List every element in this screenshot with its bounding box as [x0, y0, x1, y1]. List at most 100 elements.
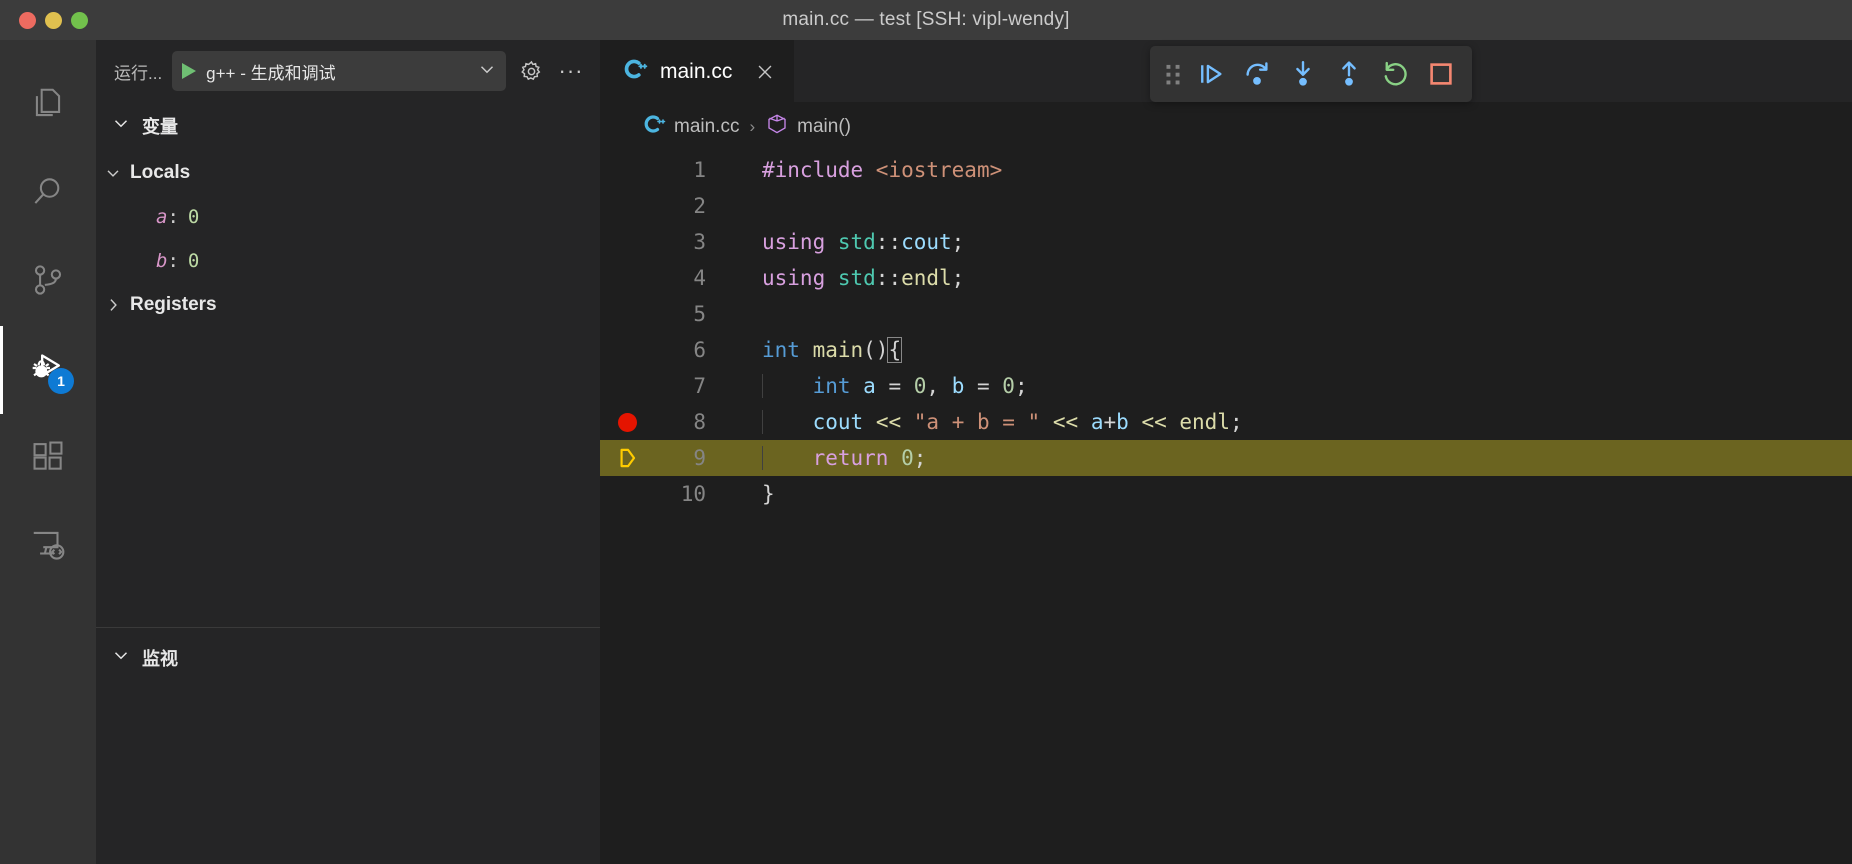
- code-line[interactable]: 1 #include <iostream>: [600, 152, 1852, 188]
- chevron-right-icon: [96, 295, 130, 315]
- code-token: a: [1090, 410, 1104, 434]
- code-token: =: [964, 374, 1003, 398]
- symbol-method-icon: [765, 112, 789, 142]
- sidebar-item-run-and-debug[interactable]: 1: [0, 326, 96, 414]
- sidebar-item-remote-explorer[interactable]: [0, 502, 96, 590]
- code-line-text[interactable]: int main(){: [710, 337, 903, 363]
- breadcrumb-separator: ›: [749, 117, 756, 136]
- code-line-text[interactable]: #include <iostream>: [710, 158, 1002, 182]
- step-out-icon[interactable]: [1326, 51, 1372, 97]
- remote-explorer-icon: [29, 525, 67, 568]
- launch-configuration-select[interactable]: g++ - 生成和调试: [172, 51, 506, 91]
- code-line-text[interactable]: int a = 0, b = 0;: [710, 374, 1028, 398]
- extensions-icon: [29, 437, 67, 480]
- code-line[interactable]: 10}: [600, 476, 1852, 512]
- cpp-file-icon: [642, 112, 666, 142]
- continue-icon[interactable]: [1188, 51, 1234, 97]
- variable-separator: :: [167, 206, 179, 228]
- line-number: 6: [693, 338, 706, 362]
- code-line[interactable]: 9 return 0;: [600, 440, 1852, 476]
- vscode-window: main.cc — test [SSH: vipl-wendy] 1 运行...…: [0, 0, 1852, 864]
- breakpoint-icon[interactable]: [600, 412, 654, 432]
- variables-section-label: 变量: [142, 116, 178, 137]
- code-token: cout: [901, 230, 952, 254]
- code-token: b: [1116, 410, 1129, 434]
- code-token: endl: [901, 266, 952, 290]
- debug-toolbar[interactable]: [1150, 46, 1472, 102]
- code-token: =: [875, 374, 914, 398]
- scope-row-locals[interactable]: Locals: [96, 151, 600, 195]
- code-line-text[interactable]: using std::cout;: [710, 230, 964, 254]
- window-body: 1 运行... g++ - 生成和调试 ··· 变量 Locals a: 0 …: [0, 40, 1852, 864]
- files-icon: [29, 85, 67, 128]
- code-line[interactable]: 7 int a = 0, b = 0;: [600, 368, 1852, 404]
- code-line-text[interactable]: using std::endl;: [710, 266, 964, 290]
- step-over-icon[interactable]: [1234, 51, 1280, 97]
- variable-name: a: [156, 206, 168, 228]
- tab-label: main.cc: [660, 59, 733, 83]
- code-token: +: [1103, 410, 1117, 434]
- code-token: #include: [762, 158, 876, 182]
- breadcrumb-item-file[interactable]: main.cc: [674, 116, 739, 138]
- code-line[interactable]: 2: [600, 188, 1852, 224]
- variable-row-b[interactable]: b : 0: [96, 239, 600, 283]
- line-number: 4: [693, 266, 706, 290]
- search-icon: [29, 173, 67, 216]
- code-token: return: [812, 446, 902, 470]
- code-line[interactable]: 3 using std::cout;: [600, 224, 1852, 260]
- code-editor[interactable]: 1 #include <iostream> 2 3 using std::cout; 4 u…: [600, 152, 1852, 864]
- line-number: 8: [693, 410, 706, 434]
- code-line[interactable]: 6 int main(){: [600, 332, 1852, 368]
- line-number: 1: [693, 158, 706, 182]
- variables-section-header[interactable]: 变量: [96, 102, 600, 149]
- code-token: 0: [913, 374, 927, 398]
- code-token: "a + b = ": [913, 410, 1041, 434]
- watch-section-label: 监视: [142, 648, 178, 669]
- code-token: int: [812, 374, 864, 398]
- drag-handle-icon[interactable]: [1158, 46, 1188, 102]
- step-into-icon[interactable]: [1280, 51, 1326, 97]
- variable-row-a[interactable]: a : 0: [96, 195, 600, 239]
- breadcrumb: main.cc › main(): [600, 102, 1852, 152]
- editor-group: main.cc main.cc › main() 1 #include <ios…: [600, 40, 1852, 864]
- debug-badge: 1: [48, 368, 74, 394]
- sidebar-item-search[interactable]: [0, 150, 96, 238]
- variable-name: b: [156, 250, 168, 272]
- sidebar-item-source-control[interactable]: [0, 238, 96, 326]
- code-token: (): [863, 338, 889, 362]
- indent-guide: [762, 446, 763, 470]
- breadcrumb-item-symbol[interactable]: main(): [797, 116, 851, 138]
- code-token: ;: [951, 230, 965, 254]
- close-icon[interactable]: [744, 61, 776, 83]
- restart-icon[interactable]: [1372, 51, 1418, 97]
- more-actions-icon[interactable]: ···: [556, 60, 586, 82]
- code-line-text[interactable]: return 0;: [710, 446, 926, 470]
- sidebar-item-extensions[interactable]: [0, 414, 96, 502]
- line-number: 9: [693, 446, 706, 470]
- launch-configuration-label: g++ - 生成和调试: [206, 63, 336, 83]
- code-line[interactable]: 8 cout << "a + b = " << a+b << endl;: [600, 404, 1852, 440]
- code-line[interactable]: 5: [600, 296, 1852, 332]
- line-number: 2: [693, 194, 706, 218]
- stop-icon[interactable]: [1418, 51, 1464, 97]
- chevron-down-icon[interactable]: [476, 58, 498, 85]
- watch-section-header[interactable]: 监视: [96, 628, 600, 671]
- scope-row-registers[interactable]: Registers: [96, 283, 600, 327]
- code-line-text[interactable]: cout << "a + b = " << a+b << endl;: [710, 410, 1243, 434]
- sidebar-item-explorer[interactable]: [0, 62, 96, 150]
- code-line-text[interactable]: }: [710, 482, 775, 506]
- play-icon[interactable]: [182, 63, 197, 79]
- tab-main-cc[interactable]: main.cc: [600, 40, 795, 102]
- execution-pointer-icon[interactable]: [600, 445, 654, 471]
- gear-icon[interactable]: [516, 59, 546, 84]
- code-line[interactable]: 4 using std::endl;: [600, 260, 1852, 296]
- line-number: 10: [680, 482, 706, 506]
- code-token: 0: [1002, 374, 1015, 398]
- code-token: std: [837, 266, 876, 290]
